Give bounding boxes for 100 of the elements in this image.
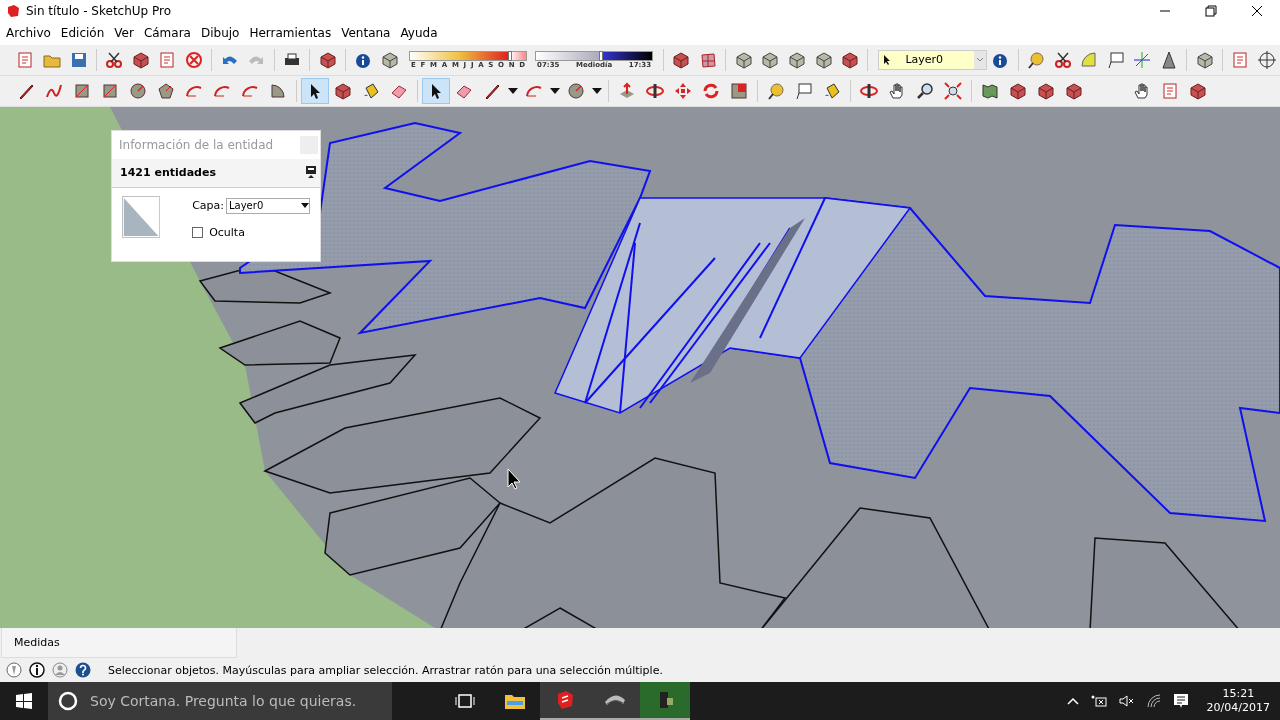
crosshair-icon[interactable] <box>1257 50 1276 69</box>
cube-icon[interactable] <box>318 50 337 69</box>
wifi-icon[interactable] <box>1146 694 1161 708</box>
menu-item[interactable]: Ventana <box>336 26 396 41</box>
app-logo-icon[interactable] <box>555 690 575 710</box>
rotate-arrows-icon[interactable] <box>702 81 720 100</box>
cube-icon[interactable] <box>1065 81 1083 100</box>
layer-select[interactable]: Layer0 <box>226 197 310 214</box>
pie-icon[interactable] <box>269 81 287 100</box>
text-box-icon[interactable] <box>795 81 813 100</box>
menu-item[interactable]: Cámara <box>138 26 196 41</box>
task-view-icon[interactable] <box>455 693 475 709</box>
search-icon[interactable] <box>916 81 934 100</box>
cube-icon[interactable] <box>761 50 780 69</box>
cube-icon[interactable] <box>1189 81 1207 100</box>
network-disconnected-icon[interactable] <box>1090 695 1107 707</box>
rectangle-icon[interactable] <box>101 81 119 100</box>
cursor-icon <box>883 54 892 65</box>
circle-icon[interactable] <box>129 81 147 100</box>
window-title: Sin título - SketchUp Pro <box>26 4 173 18</box>
grid-icon[interactable] <box>699 50 717 69</box>
dropdown-caret-icon <box>975 56 984 63</box>
cube-icon[interactable] <box>1037 81 1055 100</box>
circle-icon <box>58 691 78 711</box>
menu-item[interactable]: Ver <box>109 26 139 41</box>
time-slider[interactable] <box>535 50 654 61</box>
panel-title: Información de la entidad <box>119 137 275 152</box>
3d-model-drawing[interactable] <box>0 106 1280 628</box>
cube-icon[interactable] <box>787 50 806 69</box>
notification-icon[interactable] <box>1172 693 1189 709</box>
zoom-extents-icon[interactable] <box>944 81 962 100</box>
cube-icon[interactable] <box>1195 50 1214 69</box>
cube-icon[interactable] <box>672 50 691 69</box>
app-logo-icon <box>6 4 20 18</box>
dropdown-caret-icon[interactable] <box>592 87 602 94</box>
triangle-icon[interactable] <box>1160 50 1179 69</box>
search-input[interactable]: Soy Cortana. Pregunta lo que quieras. <box>88 692 392 710</box>
material-swatch-icon <box>122 193 161 240</box>
hand-icon[interactable] <box>1133 81 1151 100</box>
document-icon[interactable] <box>1231 50 1250 69</box>
polygon-icon[interactable] <box>157 81 175 100</box>
layer-dropdown[interactable]: Layer0 <box>878 49 987 70</box>
help-icon[interactable] <box>75 662 91 678</box>
menu-item[interactable]: Ayuda <box>395 26 443 41</box>
protractor-icon[interactable] <box>1080 50 1099 69</box>
map-icon[interactable] <box>981 81 999 100</box>
menu-item[interactable]: Edición <box>55 26 110 41</box>
cube-icon[interactable] <box>334 81 352 100</box>
axes-icon[interactable] <box>1133 50 1152 69</box>
folder-icon[interactable] <box>504 692 526 710</box>
hand-icon[interactable] <box>888 81 906 100</box>
cube-icon[interactable] <box>814 50 833 69</box>
status-hint: Seleccionar objetos. Mayúsculas para ampliar selección. Arrastrar ratón para una selección múltiple. <box>108 663 663 677</box>
scale-icon[interactable] <box>730 81 748 100</box>
pin-icon[interactable] <box>306 166 316 180</box>
document-icon[interactable] <box>158 50 177 69</box>
cube-icon[interactable] <box>380 50 399 69</box>
cube-icon[interactable] <box>841 50 860 69</box>
scissors-icon[interactable] <box>1053 50 1072 69</box>
speaker-muted-icon[interactable] <box>1118 695 1135 707</box>
dropdown-caret-icon[interactable] <box>508 87 518 94</box>
document-icon[interactable] <box>16 50 35 69</box>
clock-time: 15:21 <box>1222 687 1255 701</box>
orbit-icon[interactable] <box>646 81 664 100</box>
search-field[interactable]: Soy Cortana. Pregunta lo que quieras. <box>48 682 392 720</box>
menu-item[interactable]: Archivo <box>1 26 56 41</box>
move-arrows-icon[interactable] <box>674 81 692 100</box>
dropdown-caret-icon <box>301 202 309 209</box>
paint-bucket-icon[interactable] <box>362 81 380 100</box>
document-icon[interactable] <box>1161 81 1179 100</box>
scissors-icon[interactable] <box>105 50 124 69</box>
layer-label: Capa: <box>192 199 224 213</box>
month-slider[interactable] <box>409 50 528 61</box>
text-box-icon[interactable] <box>1106 50 1125 69</box>
windows-logo-icon[interactable] <box>16 693 32 709</box>
rectangle-icon[interactable] <box>73 81 91 100</box>
orbit-icon[interactable] <box>860 81 878 100</box>
paint-bucket-icon[interactable] <box>823 81 841 100</box>
dropdown-caret-icon[interactable] <box>550 87 560 94</box>
dropdown-button[interactable] <box>973 50 986 69</box>
tape-measure-icon[interactable] <box>1026 50 1045 69</box>
cube-icon[interactable] <box>1009 81 1027 100</box>
layer-value: Layer0 <box>904 53 945 67</box>
cube-icon[interactable] <box>131 50 150 69</box>
hidden-checkbox[interactable]: Oculta <box>192 225 245 239</box>
push-pull-icon[interactable] <box>618 81 636 100</box>
menu-item[interactable]: Herramientas <box>244 26 337 41</box>
circle-icon[interactable] <box>567 81 585 100</box>
geolocation-icon[interactable] <box>6 662 22 678</box>
chevron-up-icon[interactable] <box>1066 697 1079 705</box>
measurements-label: Medidas <box>14 636 60 649</box>
prohibited-icon[interactable] <box>185 50 204 69</box>
slider-thumb[interactable] <box>507 50 512 61</box>
credits-icon[interactable] <box>29 662 45 678</box>
clock-date: 20/04/2017 <box>1206 701 1270 715</box>
slider-thumb[interactable] <box>599 50 604 61</box>
menu-item[interactable]: Dibujo <box>195 26 245 41</box>
cube-icon[interactable] <box>734 50 753 69</box>
entity-count: 1421 entidades <box>120 166 217 180</box>
tape-measure-icon[interactable] <box>767 81 785 100</box>
